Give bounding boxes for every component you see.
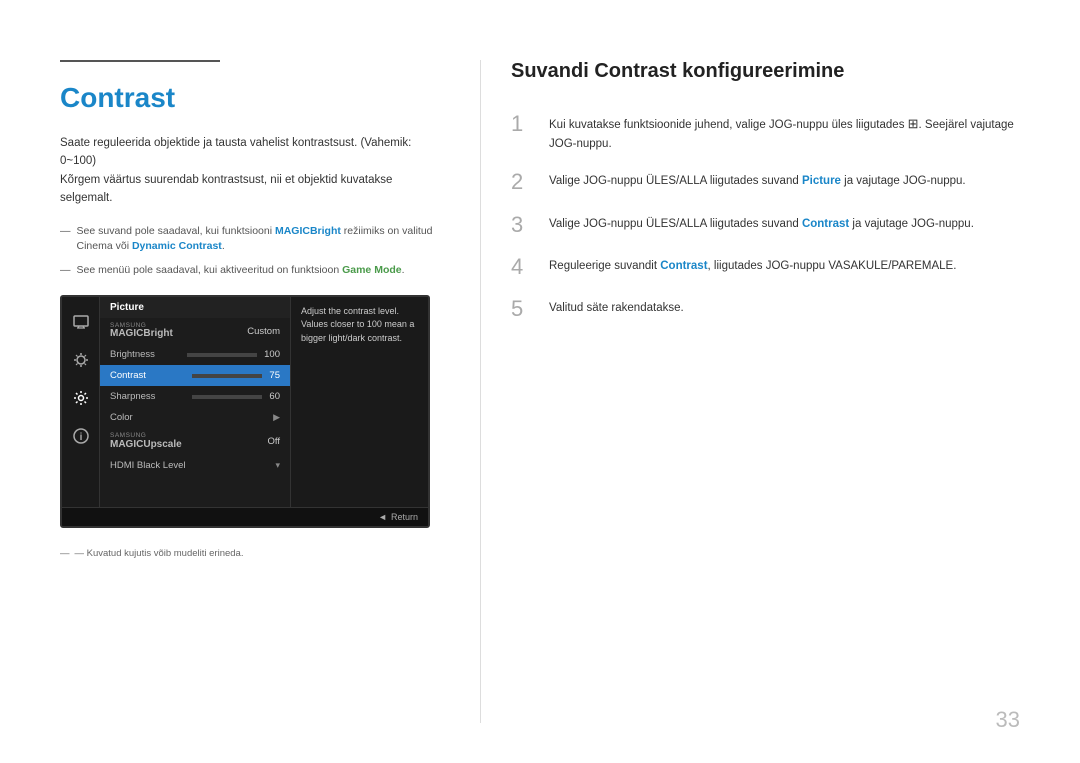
tv-menu-header: Picture (100, 297, 290, 318)
step2-highlight: Picture (802, 175, 841, 187)
right-column: Suvandi Contrast konfigureerimine 1 Kui … (480, 60, 1020, 723)
step-text-5: Valitud säte rakendatakse. (549, 296, 684, 317)
step-number-1: 1 (511, 111, 535, 137)
tv-description-panel: Adjust the contrast level. Values closer… (290, 297, 428, 507)
step3-highlight: Contrast (802, 218, 849, 230)
tv-menu-magicupscale: SAMSUNG MAGICUpscale Off (100, 428, 290, 455)
section-divider (60, 60, 220, 62)
steps-list: 1 Kui kuvatakse funktsioonide juhend, va… (511, 111, 1020, 323)
left-column: Contrast Saate reguleerida objektide ja … (60, 60, 480, 723)
step-number-2: 2 (511, 169, 535, 195)
section-title: Contrast (60, 82, 440, 114)
tv-screen-mockup: i Picture SAMSUNG MAGICBright Custom (60, 295, 430, 528)
svg-text:i: i (79, 432, 82, 443)
tv-menu-down-icon: ▾ (275, 460, 280, 471)
step-1: 1 Kui kuvatakse funktsioonide juhend, va… (511, 111, 1020, 153)
footnote: ― ― Kuvatud kujutis võib mudeliti erined… (60, 548, 440, 559)
page-number: 33 (996, 707, 1020, 733)
right-section-title: Suvandi Contrast konfigureerimine (511, 60, 1020, 83)
step-4: 4 Reguleerige suvandit Contrast, liiguta… (511, 254, 1020, 280)
step-text-3: Valige JOG-nuppu ÜLES/ALLA liigutades su… (549, 212, 974, 233)
tv-menu-sharpness: Sharpness 60 (100, 386, 290, 407)
tv-menu-brightness: Brightness 100 (100, 344, 290, 365)
step-number-5: 5 (511, 296, 535, 322)
note-dynamic-contrast: Dynamic Contrast (132, 240, 222, 252)
step-text-4: Reguleerige suvandit Contrast, liigutade… (549, 254, 956, 275)
note-2: See menüü pole saadaval, kui aktiveeritu… (60, 263, 440, 279)
tv-menu-arrow-icon: ▶ (273, 412, 280, 423)
tv-menu-contrast: Contrast 75 (100, 365, 290, 386)
description-text-1: Saate reguleerida objektide ja tausta va… (60, 134, 440, 208)
step-text-1: Kui kuvatakse funktsioonide juhend, vali… (549, 111, 1020, 153)
tv-return-button: ◄ Return (378, 512, 418, 522)
note-magicbright: MAGICBright (275, 225, 341, 237)
tv-icon-settings (70, 387, 92, 409)
tv-menu-hdmi: HDMI Black Level ▾ (100, 455, 290, 476)
step-number-4: 4 (511, 254, 535, 280)
tv-icon-monitor (70, 311, 92, 333)
note-game-mode: Game Mode (342, 264, 402, 276)
tv-bottom-bar: ◄ Return (62, 507, 428, 526)
step-text-2: Valige JOG-nuppu ÜLES/ALLA liigutades su… (549, 169, 966, 190)
tv-menu-magicbright: SAMSUNG MAGICBright Custom (100, 318, 290, 345)
step-5: 5 Valitud säte rakendatakse. (511, 296, 1020, 322)
tv-menu-color: Color ▶ (100, 407, 290, 428)
step-2: 2 Valige JOG-nuppu ÜLES/ALLA liigutades … (511, 169, 1020, 195)
step-3: 3 Valige JOG-nuppu ÜLES/ALLA liigutades … (511, 212, 1020, 238)
step4-highlight: Contrast (660, 260, 707, 272)
tv-icon-brightness (70, 349, 92, 371)
note-1: See suvand pole saadaval, kui funktsioon… (60, 224, 440, 256)
step-number-3: 3 (511, 212, 535, 238)
tv-menu-panel: Picture SAMSUNG MAGICBright Custom Brigh… (100, 297, 290, 507)
tv-sidebar: i (62, 297, 100, 507)
tv-icon-info: i (70, 425, 92, 447)
